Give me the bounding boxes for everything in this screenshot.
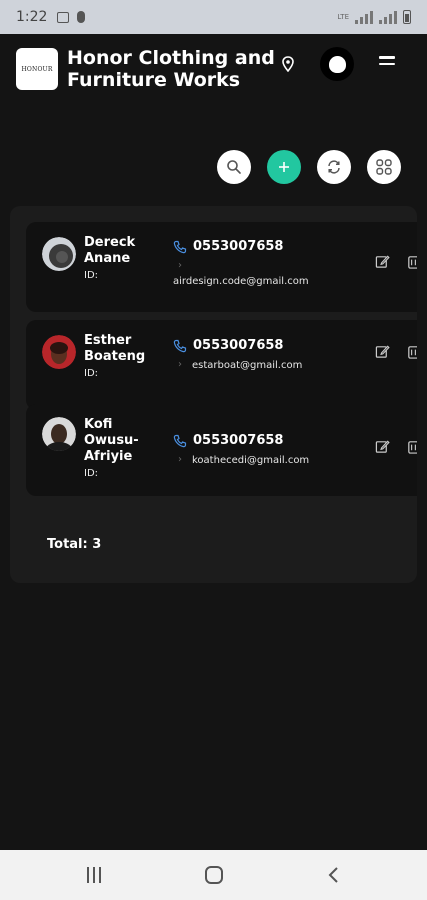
action-toolbar [0,150,427,184]
menu-icon[interactable] [379,56,395,70]
contact-name: Kofi Owusu-Afriyie ID: [84,417,154,482]
home-icon[interactable] [205,866,223,884]
phone-icon [173,240,187,253]
back-icon[interactable] [326,866,340,884]
company-logo[interactable]: HONOUR [16,48,58,90]
avatar [42,335,76,369]
contacts-panel: Dereck Anane ID: 0553007658 › airdesign.… [10,206,417,583]
delete-icon[interactable] [406,439,417,454]
refresh-icon [328,160,340,174]
microphone-notification-icon [77,11,86,23]
logo-text: HONOUR [21,65,53,73]
total-count: Total: 3 [47,537,102,552]
search-icon [227,160,241,174]
add-button[interactable] [267,150,301,184]
edit-icon[interactable] [375,344,390,359]
chevron-right-icon: › [178,359,182,370]
contact-phone[interactable]: 0553007658 [173,338,283,353]
user-avatar-icon [328,55,346,73]
contact-email[interactable]: airdesign.code@gmail.com [173,276,309,287]
status-bar: 1:22 LTE [0,0,427,34]
contact-email[interactable]: estarboat@gmail.com [192,360,302,371]
contact-card[interactable]: Kofi Owusu-Afriyie ID: 0553007658 › koat… [26,404,417,496]
chevron-right-icon: › [178,454,182,465]
location-icon[interactable] [281,56,295,72]
avatar [42,237,76,271]
edit-icon[interactable] [375,254,390,269]
user-avatar-button[interactable] [320,47,354,81]
add-icon [279,162,289,172]
contact-card[interactable]: Esther Boateng ID: 0553007658 › estarboa… [26,320,417,410]
grid-view-icon [376,159,392,175]
contact-id-label: ID: [84,468,99,479]
search-button[interactable] [217,150,251,184]
grid-view-button[interactable] [367,150,401,184]
signal-icon [355,10,373,24]
avatar [42,417,76,451]
contact-phone[interactable]: 0553007658 [173,239,283,254]
contact-phone[interactable]: 0553007658 [173,433,283,448]
network-type: LTE [337,12,349,21]
phone-icon [173,434,187,447]
chevron-right-icon: › [178,260,182,271]
contact-name: Dereck Anane ID: [84,235,154,284]
signal-2-icon [379,10,397,24]
phone-icon [173,339,187,352]
recent-apps-icon[interactable] [87,867,105,883]
system-nav-bar [0,850,427,900]
edit-icon[interactable] [375,439,390,454]
contact-id-label: ID: [84,270,99,281]
gallery-notification-icon [57,11,70,23]
contact-card[interactable]: Dereck Anane ID: 0553007658 › airdesign.… [26,222,417,312]
app-header: HONOUR Honor Clothing and Furniture Work… [0,34,427,104]
contact-id-label: ID: [84,368,99,379]
delete-icon[interactable] [406,344,417,359]
refresh-button[interactable] [317,150,351,184]
contact-email[interactable]: koathecedi@gmail.com [192,455,309,466]
contact-name: Esther Boateng ID: [84,333,154,382]
delete-icon[interactable] [406,254,417,269]
battery-icon [403,10,411,24]
page-title: Honor Clothing and Furniture Works [67,47,275,91]
status-time: 1:22 [16,9,48,25]
